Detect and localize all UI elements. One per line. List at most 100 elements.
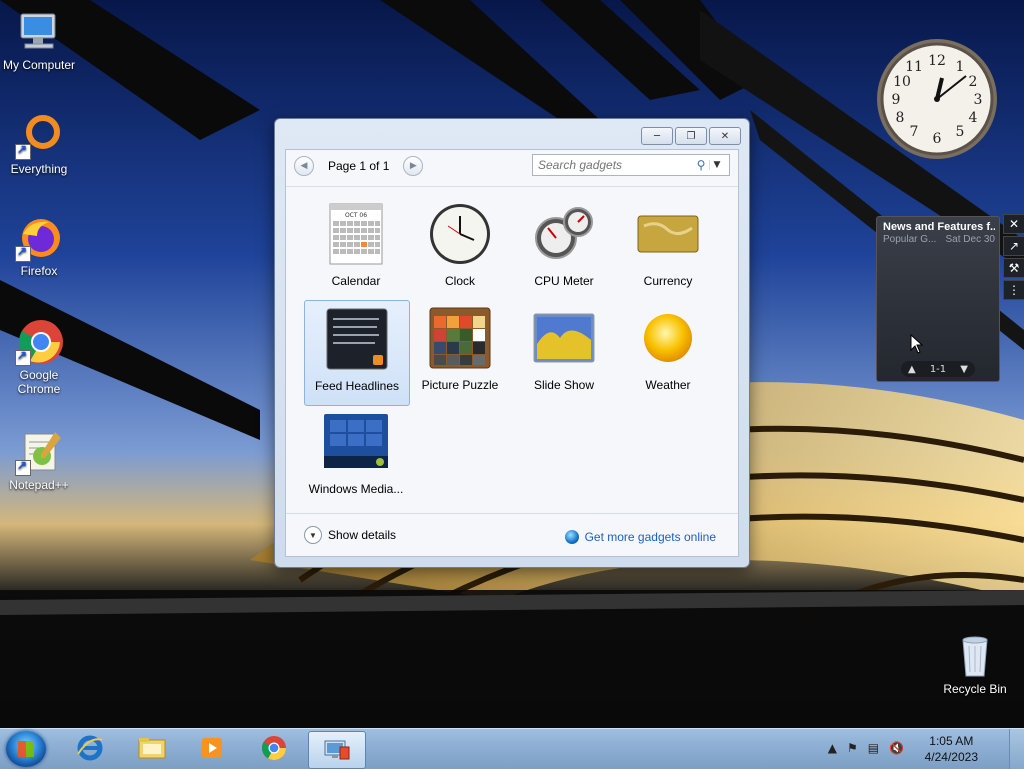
recycle-bin-icon	[951, 632, 999, 680]
gadget-tile-slide-show[interactable]: Slide Show	[512, 300, 616, 404]
get-more-gadgets-link[interactable]: Get more gadgets online	[564, 530, 716, 544]
feed-title[interactable]: News and Features f...	[883, 221, 995, 233]
show-details-toggle[interactable]: ▼ Show details	[304, 526, 396, 544]
shortcut-arrow-icon	[15, 142, 31, 160]
gadget-tile-clock[interactable]: Clock	[408, 196, 512, 300]
svg-text:4: 4	[969, 110, 978, 126]
gadget-tile-windows-media[interactable]: Windows Media...	[304, 404, 408, 508]
clock-gadget-icon	[426, 200, 494, 268]
gadget-gallery-content: ◀ Page 1 of 1 ▶ ⚲ ▼ OCT 06	[285, 149, 739, 557]
larger-size-icon[interactable]: ↗	[1003, 236, 1024, 256]
feed-headlines-gadget-icon	[323, 305, 391, 373]
desktop-gadgets-icon	[322, 735, 352, 766]
desktop-icon-my-computer[interactable]: My Computer	[1, 8, 77, 72]
gadget-tile-calendar[interactable]: OCT 06 Calendar	[304, 196, 408, 300]
gallery-toolbar: ◀ Page 1 of 1 ▶ ⚲ ▼	[286, 150, 738, 186]
taskbar-google-chrome[interactable]	[246, 731, 302, 767]
gadget-tile-picture-puzzle[interactable]: Picture Puzzle	[408, 300, 512, 404]
taskbar-file-explorer[interactable]	[124, 731, 180, 767]
start-button[interactable]	[6, 731, 46, 767]
feed-next-icon[interactable]: ▼	[960, 364, 968, 375]
gadget-tile-feed-headlines[interactable]: Feed Headlines	[304, 300, 410, 406]
minimize-button[interactable]: ─	[641, 127, 673, 145]
shortcut-arrow-icon	[15, 348, 31, 366]
gadget-gallery-window: ─ ❐ ✕ ◀ Page 1 of 1 ▶ ⚲ ▼	[274, 118, 750, 568]
page-indicator: Page 1 of 1	[328, 159, 390, 173]
system-tray: ▲ ⚑ ▤ 🔇	[828, 741, 904, 755]
weather-gadget-icon	[634, 304, 702, 372]
desktop-icon-notepad-plus-plus[interactable]: Notepad++	[1, 428, 77, 492]
feed-headlines-gadget[interactable]: News and Features f... Popular G... Sat …	[876, 216, 1000, 382]
taskbar-media-player[interactable]	[184, 731, 240, 767]
calendar-gadget-icon: OCT 06	[322, 200, 390, 268]
svg-text:5: 5	[956, 124, 965, 140]
feed-source: Popular G...	[883, 234, 937, 245]
chrome-icon	[260, 734, 288, 765]
svg-text:10: 10	[893, 74, 911, 90]
gadget-tile-weather[interactable]: Weather	[616, 300, 720, 404]
chevron-down-icon[interactable]: ▼	[304, 526, 322, 544]
dropdown-icon[interactable]: ▼	[709, 160, 724, 170]
previous-page-icon[interactable]: ◀	[294, 156, 314, 176]
show-desktop-button[interactable]	[1009, 729, 1024, 769]
svg-text:6: 6	[933, 131, 942, 147]
svg-text:2: 2	[969, 74, 978, 90]
svg-text:8: 8	[896, 110, 905, 126]
page-navigator: ◀ Page 1 of 1 ▶	[294, 156, 424, 176]
firefox-icon	[15, 214, 63, 262]
feed-subline: Popular G... Sat Dec 30	[883, 234, 995, 245]
currency-gadget-icon	[634, 200, 702, 268]
drag-handle-icon[interactable]: ⋮	[1003, 280, 1024, 300]
desktop-clock-gadget[interactable]: 12 1 2 345 678 9 10 11	[876, 38, 998, 160]
feed-date: Sat Dec 30	[945, 234, 995, 245]
svg-text:3: 3	[974, 92, 983, 108]
everything-icon	[15, 112, 63, 160]
volume-muted-icon[interactable]: 🔇	[889, 741, 904, 755]
network-icon[interactable]: ▤	[868, 741, 879, 755]
cpu-meter-gadget-icon	[530, 200, 598, 268]
notepad-plus-plus-icon	[15, 428, 63, 476]
internet-explorer-icon	[76, 734, 104, 765]
close-button[interactable]: ✕	[709, 127, 741, 145]
windows-media-gadget-icon	[322, 408, 390, 476]
svg-text:1: 1	[956, 59, 965, 75]
slide-show-gadget-icon	[530, 304, 598, 372]
feed-pager-text: 1-1	[929, 363, 947, 375]
search-gadgets-box[interactable]: ⚲ ▼	[532, 154, 730, 176]
globe-icon	[564, 530, 579, 544]
restore-button[interactable]: ❐	[675, 127, 707, 145]
next-page-icon[interactable]: ▶	[403, 156, 424, 176]
gadget-label: Weather	[645, 378, 691, 392]
taskbar-gadgets-active[interactable]	[308, 731, 366, 769]
desktop-icon-firefox[interactable]: Firefox	[1, 214, 77, 278]
show-details-label: Show details	[328, 528, 397, 542]
gadget-label: Calendar	[331, 274, 381, 288]
desktop-icon-everything[interactable]: Everything	[1, 112, 77, 176]
calendar-month-label: OCT 06	[345, 212, 367, 219]
gadget-label: Clock	[444, 274, 475, 288]
feed-prev-icon[interactable]: ▲	[908, 364, 916, 375]
footer-divider	[286, 513, 738, 514]
close-gadget-icon[interactable]: ✕	[1003, 214, 1024, 234]
svg-text:7: 7	[910, 124, 919, 140]
shortcut-arrow-icon	[15, 458, 31, 476]
desktop-icon-google-chrome[interactable]: Google Chrome	[1, 318, 77, 396]
options-wrench-icon[interactable]: ⚒	[1003, 258, 1024, 278]
taskbar-date: 4/24/2023	[924, 750, 978, 764]
picture-puzzle-gadget-icon	[426, 304, 494, 372]
get-more-gadgets-label: Get more gadgets online	[584, 530, 716, 544]
folder-icon	[137, 734, 167, 765]
search-gadgets-input[interactable]	[533, 157, 693, 173]
gadget-tile-currency[interactable]: Currency	[616, 196, 720, 300]
search-icon[interactable]: ⚲	[693, 158, 709, 172]
svg-text:12: 12	[928, 53, 946, 69]
gadget-tile-cpu-meter[interactable]: CPU Meter	[512, 196, 616, 300]
taskbar: ▲ ⚑ ▤ 🔇 1:05 AM 4/24/2023	[0, 728, 1024, 769]
taskbar-internet-explorer[interactable]	[62, 731, 118, 767]
action-center-flag-icon[interactable]: ⚑	[847, 741, 858, 755]
gadget-label: Feed Headlines	[314, 379, 400, 393]
show-hidden-icons-icon[interactable]: ▲	[828, 741, 837, 755]
feed-pager: ▲ 1-1 ▼	[901, 361, 975, 377]
desktop-icon-recycle-bin[interactable]: Recycle Bin	[937, 632, 1013, 696]
taskbar-clock[interactable]: 1:05 AM 4/24/2023	[925, 733, 978, 765]
